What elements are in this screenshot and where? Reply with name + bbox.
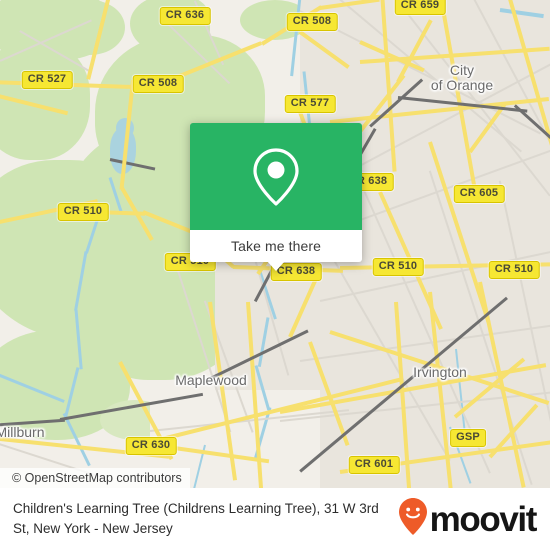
- map-canvas[interactable]: CR 636 CR 508 CR 659 CR 527 CR 508 CR 57…: [0, 0, 550, 488]
- place-label-maplewood: Maplewood: [175, 372, 247, 388]
- place-label-irvington: Irvington: [413, 364, 467, 380]
- popup-pointer-tail: [267, 261, 285, 271]
- road-shield[interactable]: CR 508: [132, 75, 184, 93]
- map-pin-icon: [248, 146, 304, 208]
- road-shield[interactable]: GSP: [450, 429, 486, 447]
- road-shield[interactable]: CR 527: [21, 71, 73, 89]
- moovit-pin-icon: [398, 497, 428, 542]
- take-me-there-label: Take me there: [230, 238, 321, 254]
- road-shield[interactable]: CR 577: [284, 95, 336, 113]
- popup-photo-placeholder: [190, 123, 362, 230]
- road-shield[interactable]: CR 510: [488, 261, 540, 279]
- footer-bar: Children's Learning Tree (Childrens Lear…: [0, 488, 550, 550]
- road-shield[interactable]: CR 601: [348, 456, 400, 474]
- osm-attribution[interactable]: © OpenStreetMap contributors: [0, 468, 190, 488]
- road-shield[interactable]: CR 510: [372, 258, 424, 276]
- map-page: CR 636 CR 508 CR 659 CR 527 CR 508 CR 57…: [0, 0, 550, 550]
- road-shield[interactable]: CR 508: [286, 13, 338, 31]
- road-shield[interactable]: CR 636: [159, 7, 211, 25]
- place-label-city-of-orange: City of Orange: [430, 62, 494, 93]
- road-shield[interactable]: CR 510: [57, 203, 109, 221]
- road-shield[interactable]: CR 630: [125, 437, 177, 455]
- popup-action-bar[interactable]: Take me there: [190, 230, 362, 271]
- park-area: [55, 0, 125, 55]
- place-label-millburn: Millburn: [0, 424, 45, 440]
- road-shield[interactable]: CR 659: [394, 0, 446, 15]
- moovit-wordmark: moovit: [429, 499, 538, 539]
- place-caption: Children's Learning Tree (Childrens Lear…: [13, 501, 379, 536]
- footer-content: Children's Learning Tree (Childrens Lear…: [0, 488, 550, 550]
- road-shield[interactable]: CR 605: [453, 185, 505, 203]
- location-popup-card[interactable]: Take me there: [190, 123, 362, 271]
- moovit-logo[interactable]: moovit: [398, 497, 538, 542]
